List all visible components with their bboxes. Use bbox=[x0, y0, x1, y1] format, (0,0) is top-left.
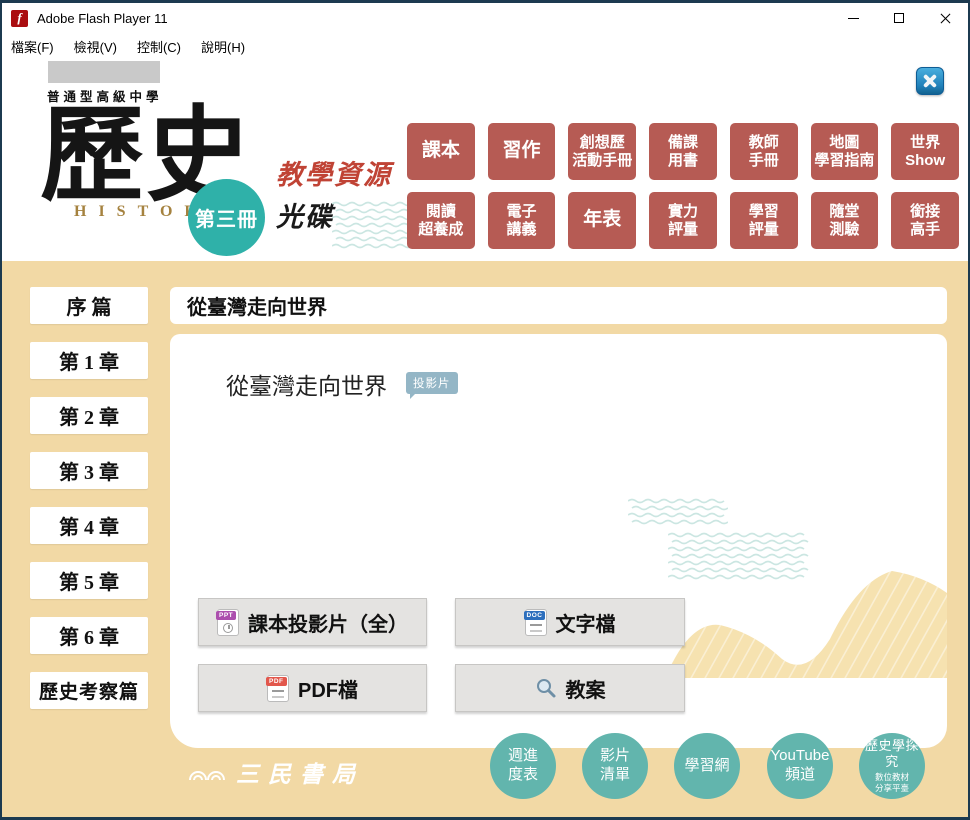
nav-e-lecture-notes[interactable]: 電子 講義 bbox=[488, 192, 556, 249]
close-icon bbox=[939, 12, 952, 25]
flash-player-window: f Adobe Flash Player 11 檔案(F) 檢視(V) 控制(C… bbox=[0, 0, 970, 820]
hill-decoration bbox=[660, 563, 947, 678]
menu-help[interactable]: 說明(H) bbox=[201, 37, 245, 56]
weekly-schedule-circle[interactable]: 週進 度表 bbox=[490, 733, 556, 799]
nav-bridging[interactable]: 銜接 高手 bbox=[891, 192, 959, 249]
publisher-arcs-icon bbox=[188, 760, 230, 784]
title-bar: f Adobe Flash Player 11 bbox=[2, 3, 968, 33]
youtube-channel-circle[interactable]: YouTube 頻道 bbox=[767, 733, 833, 799]
nav-teacher-manual[interactable]: 教師 手冊 bbox=[730, 123, 798, 180]
learning-site-circle[interactable]: 學習網 bbox=[674, 733, 740, 799]
menu-file[interactable]: 檔案(F) bbox=[11, 37, 54, 56]
sidebar-item-field-study[interactable]: 歷史考察篇 bbox=[30, 672, 148, 709]
pdf-file-icon: PDF bbox=[267, 675, 289, 702]
nav-map-study-guide[interactable]: 地圖 學習指南 bbox=[811, 123, 879, 180]
sidebar-item-ch5[interactable]: 第 5 章 bbox=[30, 562, 148, 599]
content-panel: 從臺灣走向世界 投影片 PPT bbox=[170, 334, 947, 748]
text-file-label: 文字檔 bbox=[556, 608, 616, 637]
magnifier-icon bbox=[535, 677, 557, 699]
nav-ability-assessment[interactable]: 實力 評量 bbox=[649, 192, 717, 249]
nav-textbook[interactable]: 課本 bbox=[407, 123, 475, 180]
ppt-file-icon: PPT bbox=[217, 609, 239, 636]
flash-icon: f bbox=[11, 10, 28, 27]
clock-icon bbox=[223, 623, 233, 633]
minimize-icon bbox=[848, 18, 859, 19]
slides-all-label: 課本投影片（全） bbox=[248, 608, 408, 637]
slides-all-button[interactable]: PPT 課本投影片（全） bbox=[198, 598, 427, 646]
app-close-button[interactable] bbox=[916, 67, 944, 95]
sidebar-item-ch4[interactable]: 第 4 章 bbox=[30, 507, 148, 544]
sidebar-item-ch1[interactable]: 第 1 章 bbox=[30, 342, 148, 379]
history-inquiry-circle[interactable]: 歷史學探究 數位教材 分享平臺 bbox=[859, 733, 925, 799]
resource-nav-row-2: 閱讀 超養成 電子 講義 年表 實力 評量 學習 評量 隨堂 測驗 銜接 高手 bbox=[407, 192, 959, 249]
publisher-logo-placeholder bbox=[48, 61, 160, 83]
window-title: Adobe Flash Player 11 bbox=[37, 11, 168, 26]
nav-quiz[interactable]: 隨堂 測驗 bbox=[811, 192, 879, 249]
slides-tag: 投影片 bbox=[406, 372, 458, 394]
nav-learning-assessment[interactable]: 學習 評量 bbox=[730, 192, 798, 249]
lesson-plan-label: 教案 bbox=[566, 674, 606, 703]
video-list-circle[interactable]: 影片 清單 bbox=[582, 733, 648, 799]
minimize-button[interactable] bbox=[830, 3, 876, 33]
nav-workbook[interactable]: 習作 bbox=[488, 123, 556, 180]
sidebar-item-ch2[interactable]: 第 2 章 bbox=[30, 397, 148, 434]
sidebar-item-ch3[interactable]: 第 3 章 bbox=[30, 452, 148, 489]
pdf-file-label: PDF檔 bbox=[298, 674, 358, 703]
menu-control[interactable]: 控制(C) bbox=[137, 37, 181, 56]
doc-file-icon: DOC bbox=[525, 609, 547, 636]
lesson-plan-button[interactable]: 教案 bbox=[455, 664, 685, 712]
sidebar-item-intro[interactable]: 序 篇 bbox=[30, 287, 148, 324]
maximize-button[interactable] bbox=[876, 3, 922, 33]
menu-view[interactable]: 檢視(V) bbox=[74, 37, 117, 56]
nav-world-show[interactable]: 世界 Show bbox=[891, 123, 959, 180]
sidebar-item-ch6[interactable]: 第 6 章 bbox=[30, 617, 148, 654]
main-stage: 序 篇 第 1 章 第 2 章 第 3 章 第 4 章 第 5 章 第 6 章 … bbox=[2, 261, 968, 817]
maximize-icon bbox=[894, 13, 904, 23]
nav-reading-plus[interactable]: 閱讀 超養成 bbox=[407, 192, 475, 249]
close-button[interactable] bbox=[922, 3, 968, 33]
app-header: 普通型高級中學 歷史 HISTORY 第三冊 教學資源 光碟 課本 習作 創想歷… bbox=[2, 59, 968, 261]
nav-timeline[interactable]: 年表 bbox=[568, 192, 636, 249]
content-title-bar: 從臺灣走向世界 bbox=[170, 287, 947, 324]
resource-label: 教學資源 bbox=[276, 153, 392, 192]
window-controls bbox=[830, 3, 968, 33]
disc-label: 光碟 bbox=[276, 195, 334, 234]
text-file-button[interactable]: DOC 文字檔 bbox=[455, 598, 685, 646]
volume-badge: 第三冊 bbox=[188, 179, 265, 256]
menu-bar: 檔案(F) 檢視(V) 控制(C) 說明(H) bbox=[2, 33, 968, 59]
chapter-title: 從臺灣走向世界 bbox=[226, 367, 387, 401]
publisher-logo: 三民書局 bbox=[188, 755, 364, 789]
nav-lesson-prep-book[interactable]: 備課 用書 bbox=[649, 123, 717, 180]
publisher-name: 三民書局 bbox=[236, 755, 364, 789]
resource-nav-row-1: 課本 習作 創想歷 活動手冊 備課 用書 教師 手冊 地圖 學習指南 世界 Sh… bbox=[407, 123, 959, 180]
nav-activity-handbook[interactable]: 創想歷 活動手冊 bbox=[568, 123, 636, 180]
pdf-file-button[interactable]: PDF PDF檔 bbox=[198, 664, 427, 712]
wave-decoration bbox=[628, 498, 728, 530]
